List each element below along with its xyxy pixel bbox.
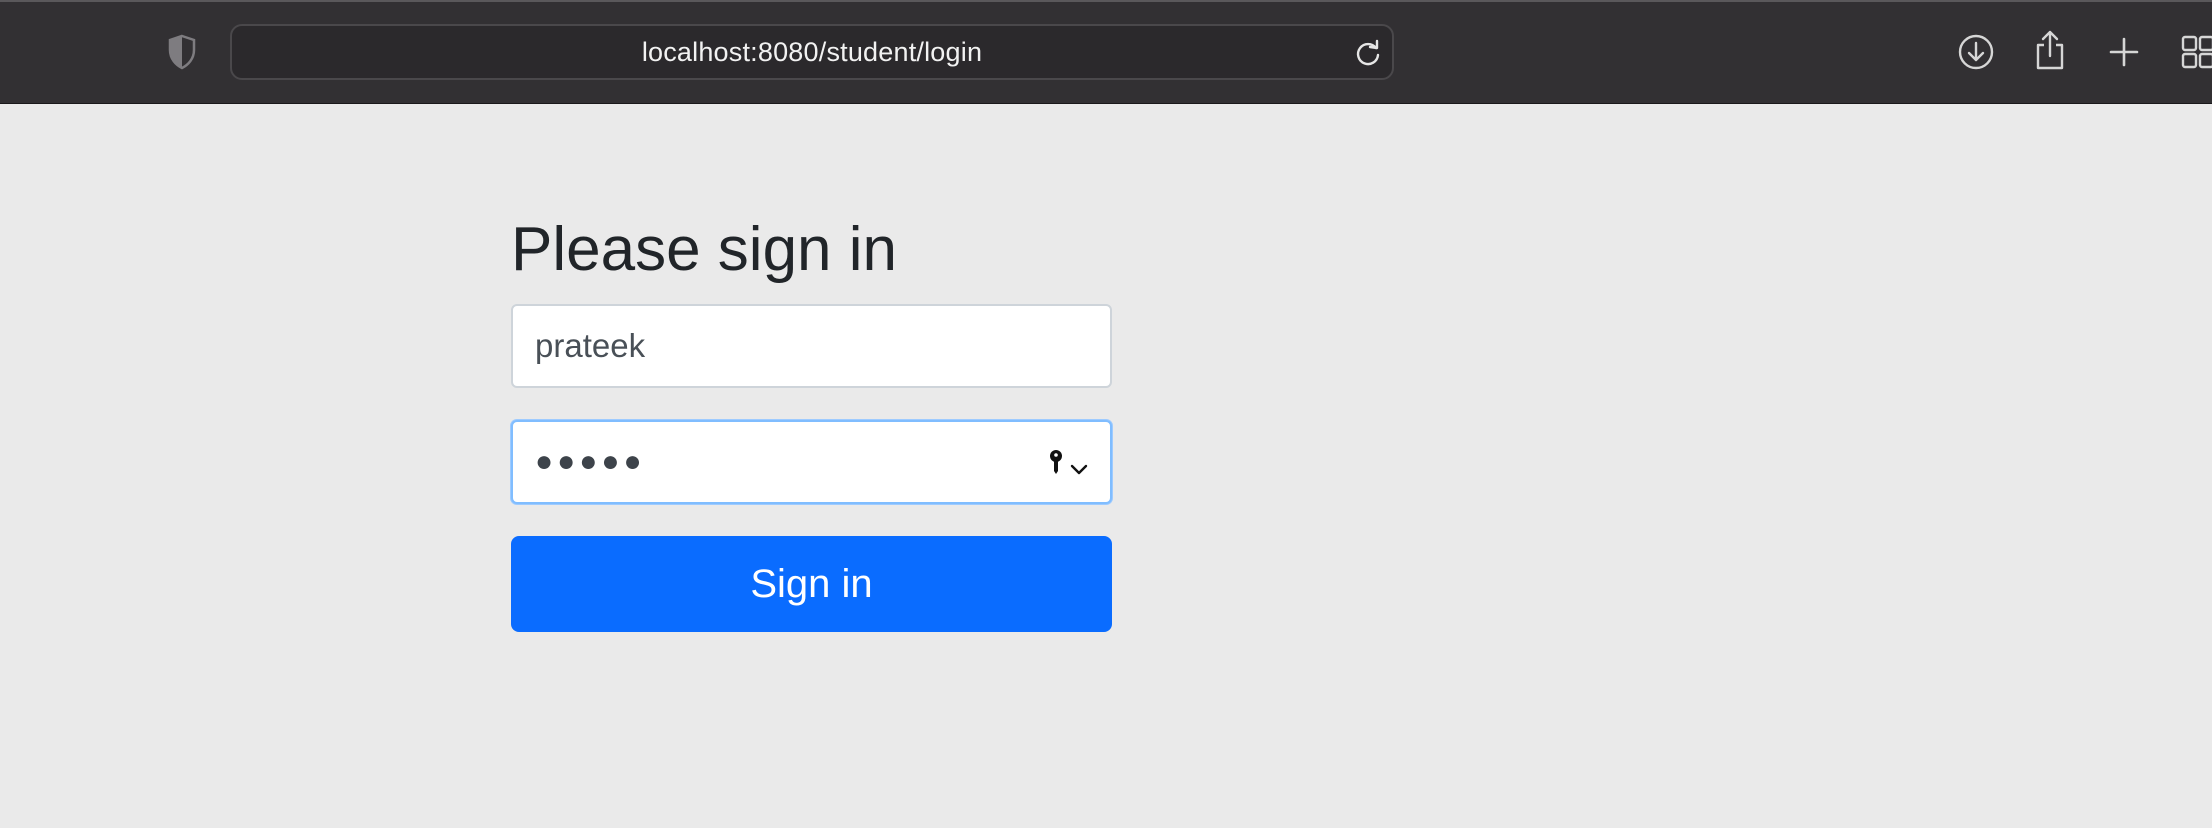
shield-icon[interactable] xyxy=(164,32,200,72)
share-icon[interactable] xyxy=(2032,28,2068,72)
password-masked-value: ●●●●● xyxy=(535,445,646,478)
reload-icon[interactable] xyxy=(1354,38,1382,68)
tab-overview-icon[interactable] xyxy=(2178,34,2212,70)
address-bar[interactable]: localhost:8080/student/login xyxy=(230,24,1394,80)
browser-toolbar: localhost:8080/student/login xyxy=(0,0,2212,104)
download-icon[interactable] xyxy=(1956,32,1996,72)
username-value: prateek xyxy=(535,327,646,364)
new-tab-plus-icon[interactable] xyxy=(2106,32,2142,72)
sign-in-button[interactable]: Sign in xyxy=(511,536,1112,632)
page-title: Please sign in xyxy=(511,215,898,284)
username-input[interactable]: prateek xyxy=(511,304,1112,388)
url-text: localhost:8080/student/login xyxy=(641,36,983,67)
password-autofill-button[interactable] xyxy=(1048,450,1088,478)
chevron-down-icon xyxy=(1070,445,1088,483)
key-icon xyxy=(1048,445,1064,483)
password-input[interactable]: ●●●●● xyxy=(511,420,1112,504)
